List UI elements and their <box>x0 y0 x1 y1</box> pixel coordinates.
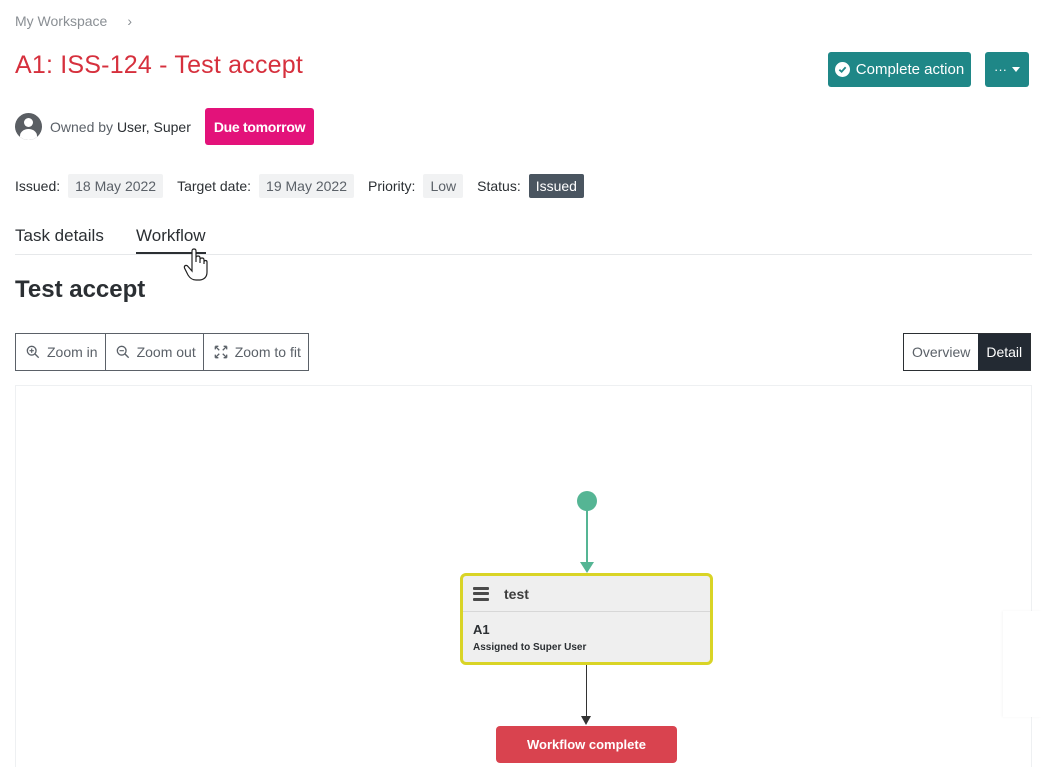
check-circle-icon <box>834 62 850 77</box>
owner-name: User, Super <box>116 118 191 135</box>
meta-row: Issued: 18 May 2022 Target date: 19 May … <box>15 174 584 198</box>
priority-value: Low <box>423 174 464 198</box>
more-actions-dropdown-button[interactable]: ··· <box>985 52 1029 87</box>
user-avatar-icon <box>15 113 42 140</box>
side-panel-edge <box>1003 611 1041 717</box>
status-badge: Issued <box>528 174 584 198</box>
zoom-in-button[interactable]: Zoom in <box>15 333 106 371</box>
tab-task-details[interactable]: Task details <box>15 226 104 254</box>
expand-arrows-icon <box>214 345 228 359</box>
node-title: test <box>504 585 529 602</box>
zoom-out-label: Zoom out <box>136 344 196 360</box>
overview-view-button[interactable]: Overview <box>904 334 979 370</box>
zoom-out-icon <box>116 345 129 359</box>
start-connector <box>586 510 588 564</box>
node-code: A1 <box>473 622 490 637</box>
page-title: A1: ISS-124 - Test accept <box>15 51 304 79</box>
issued-value: 18 May 2022 <box>68 174 164 198</box>
zoom-in-icon <box>26 345 40 359</box>
breadcrumb-workspace-link[interactable]: My Workspace <box>15 13 107 29</box>
priority-label: Priority: <box>367 178 416 194</box>
workflow-section-title: Test accept <box>15 276 146 303</box>
node-body: A1 Assigned to Super User <box>463 612 710 653</box>
owner-text: Owned by User, Super <box>50 119 191 135</box>
view-mode-toggle: Overview Detail <box>903 333 1032 371</box>
target-date-value: 19 May 2022 <box>259 174 354 198</box>
tab-bar: Task details Workflow <box>15 226 1032 255</box>
workflow-start-node <box>577 491 597 511</box>
chevron-right-icon: › <box>127 13 132 29</box>
workflow-complete-node[interactable]: Workflow complete <box>496 726 677 763</box>
owner-row: Owned by User, Super Due tomorrow <box>15 108 315 145</box>
hand-pointer-cursor-icon <box>183 248 209 289</box>
detail-view-button[interactable]: Detail <box>978 334 1031 370</box>
due-badge: Due tomorrow <box>204 108 315 145</box>
complete-action-button[interactable]: Complete action <box>828 52 971 87</box>
end-connector-arrowhead <box>581 716 591 725</box>
zoom-in-label: Zoom in <box>47 344 98 360</box>
status-label: Status: <box>477 178 521 194</box>
end-connector <box>586 665 587 718</box>
workflow-step-node[interactable]: test A1 Assigned to Super User <box>460 573 713 665</box>
owner-prefix: Owned by <box>50 118 114 135</box>
target-date-label: Target date: <box>177 178 252 194</box>
node-header: test <box>463 576 710 612</box>
node-assigned-to: Assigned to Super User <box>473 642 587 653</box>
zoom-controls: Zoom in Zoom out Zoom to fit <box>15 333 309 371</box>
caret-down-icon <box>1012 67 1020 72</box>
hamburger-menu-icon[interactable] <box>473 586 489 601</box>
zoom-to-fit-button[interactable]: Zoom to fit <box>202 333 309 371</box>
issued-label: Issued: <box>15 178 61 194</box>
complete-action-label: Complete action <box>855 61 965 78</box>
breadcrumb: My Workspace › <box>15 13 132 29</box>
zoom-out-button[interactable]: Zoom out <box>104 333 204 371</box>
more-dots-icon: ··· <box>994 62 1007 77</box>
zoom-to-fit-label: Zoom to fit <box>234 344 301 360</box>
start-connector-arrowhead <box>580 562 594 573</box>
